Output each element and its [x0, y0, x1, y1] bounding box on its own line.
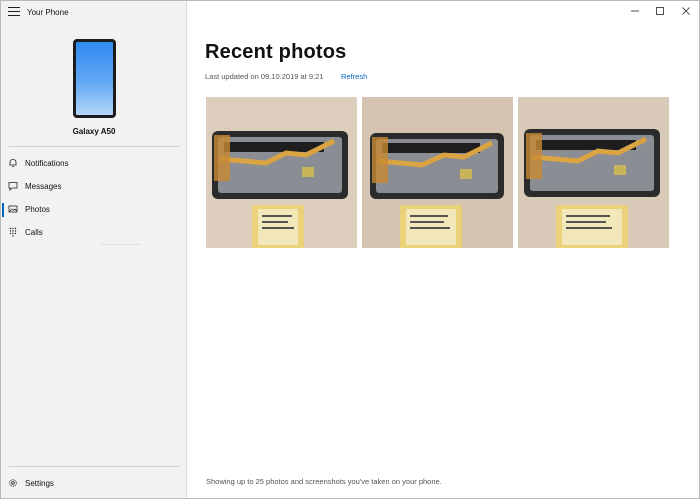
close-button[interactable] — [672, 1, 700, 21]
photos-icon — [8, 205, 18, 213]
nav-label: Calls — [25, 228, 43, 237]
divider — [9, 146, 179, 147]
maximize-icon — [656, 7, 664, 15]
nav-label: Messages — [25, 182, 62, 191]
nav-label: Photos — [25, 205, 50, 214]
photo-thumbnail[interactable] — [362, 97, 513, 248]
nav-item-photos[interactable]: Photos — [1, 199, 187, 221]
app-title: Your Phone — [27, 8, 69, 17]
photo-thumbnail[interactable] — [518, 97, 669, 248]
maximize-button[interactable] — [646, 1, 674, 21]
phone-image — [73, 39, 116, 118]
dialpad-icon — [9, 227, 17, 237]
nav-label: Notifications — [25, 159, 69, 168]
nav-item-calls[interactable]: Calls — [1, 222, 187, 244]
bell-icon — [9, 159, 17, 167]
divider — [9, 466, 179, 467]
your-phone-window: Your Phone Galaxy A50 Notifications Mess… — [0, 0, 700, 499]
hamburger-menu-icon[interactable] — [8, 7, 20, 19]
refresh-link[interactable]: Refresh — [341, 72, 367, 81]
nav-item-messages[interactable]: Messages — [1, 176, 187, 198]
device-name: Galaxy A50 — [72, 127, 116, 136]
minimize-button[interactable] — [621, 1, 649, 21]
photo-image — [362, 97, 513, 248]
close-icon — [682, 7, 690, 15]
minimize-icon — [631, 10, 639, 12]
footer-note: Showing up to 25 photos and screenshots … — [206, 477, 442, 486]
settings-label: Settings — [25, 479, 54, 488]
page-title: Recent photos — [205, 41, 347, 63]
photo-thumbnail[interactable] — [206, 97, 357, 248]
sidebar: Your Phone Galaxy A50 Notifications Mess… — [1, 1, 187, 498]
last-updated-text: Last updated on 09.10.2019 at 9:21 — [205, 72, 324, 81]
gear-icon — [9, 479, 17, 487]
nav-item-settings[interactable]: Settings — [1, 473, 187, 495]
title-bar: Your Phone — [1, 1, 187, 25]
photo-image — [206, 97, 357, 248]
photo-image — [518, 97, 669, 248]
divider — [101, 244, 141, 245]
message-icon — [8, 182, 18, 191]
nav-item-notifications[interactable]: Notifications — [1, 153, 187, 175]
